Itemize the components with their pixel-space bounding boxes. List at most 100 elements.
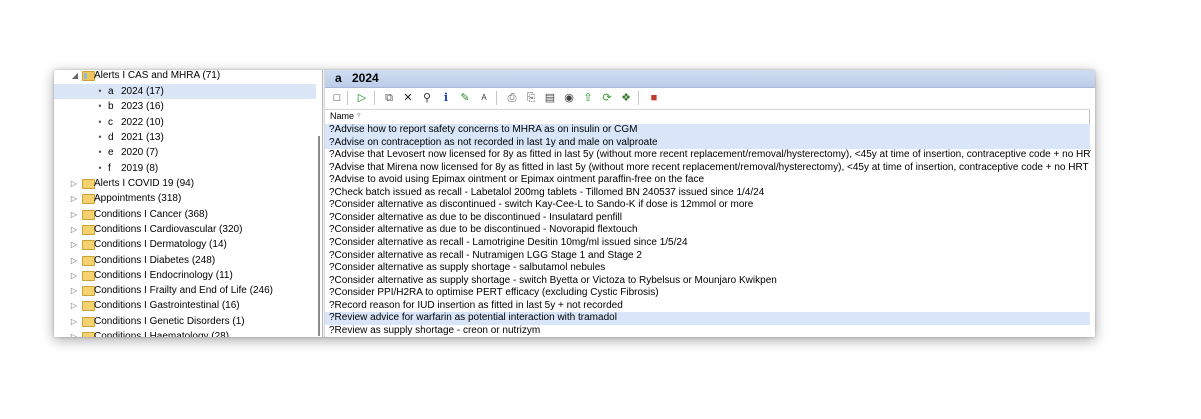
move-icon[interactable]: ❖ — [618, 90, 634, 106]
expand-arrow-icon[interactable]: ▷ — [69, 207, 79, 222]
toolbar-separator — [496, 91, 497, 105]
expand-arrow-icon[interactable]: ▷ — [69, 237, 79, 252]
column-header-name[interactable]: Name ▿ — [325, 109, 1090, 125]
list-item[interactable]: ?Consider alternative as due to be disco… — [325, 224, 1090, 237]
toolbar-separator — [347, 91, 348, 105]
tree-item-folder[interactable]: ▷ Conditions I Cardiovascular (320) — [54, 222, 316, 237]
tree-item-year[interactable]: • c 2022 (10) — [54, 115, 316, 130]
select-icon[interactable]: □ — [329, 90, 345, 106]
tree-scrollbar-thumb[interactable] — [318, 136, 320, 336]
list-item[interactable]: ?Advise that Levosert now licensed for 8… — [325, 149, 1095, 162]
tree-item-alerts-cas-mhra[interactable]: ◢ Alerts I CAS and MHRA (71) — [54, 70, 316, 83]
export-icon[interactable]: ▤ — [542, 90, 558, 106]
bullet-icon: • — [98, 147, 102, 158]
expand-arrow-icon[interactable]: ▷ — [69, 222, 79, 237]
expand-arrow-icon[interactable]: ◢ — [70, 70, 80, 83]
tree-item-folder[interactable]: ▷ Conditions I Dermatology (14) — [54, 237, 316, 252]
application-window: ◢ Alerts I CAS and MHRA (71) • a 2024 (17)… — [54, 70, 1095, 337]
list-item[interactable]: ?Consider PPI/H2RA to optimise PERT effi… — [325, 287, 1090, 300]
expand-arrow-icon[interactable]: ▷ — [69, 329, 79, 337]
expand-arrow-icon[interactable]: ▷ — [69, 191, 79, 206]
expand-arrow-icon[interactable]: ▷ — [69, 314, 79, 329]
expand-arrow-icon[interactable]: ▷ — [69, 268, 79, 283]
tree-item-folder[interactable]: ▷ Conditions I Diabetes (248) — [54, 253, 316, 268]
tree-item-label: Appointments (318) — [94, 193, 182, 205]
content-pane: a 2024 □ ▷ ⧉ ✕ ⚲ i ✎ A ⎙ ⎘ ▤ ◉ ⇧ ⟳ ❖ ■ Name ▿ ?Advise h… — [325, 70, 1095, 337]
tree-item-label: Alerts I CAS and MHRA (71) — [94, 70, 221, 81]
bullet-icon: • — [98, 131, 102, 142]
list-item[interactable]: ?Consider alternative as supply shortage… — [325, 262, 1090, 275]
delete-icon[interactable]: ✕ — [400, 90, 416, 106]
list-item[interactable]: ?Check batch issued as recall - Labetalo… — [325, 187, 1090, 200]
list-item[interactable]: ?Review as supply shortage - creon or nu… — [325, 325, 1090, 337]
tree-item-folder[interactable]: ▷ Conditions I Cancer (368) — [54, 207, 316, 222]
tree-item-folder[interactable]: ▷ Alerts I COVID 19 (94) — [54, 176, 316, 191]
tree-item-year[interactable]: • f 2019 (8) — [54, 161, 316, 176]
tree-item-folder[interactable]: ▷ Conditions I Frailty and End of Life (2… — [54, 283, 316, 298]
tree-item-folder[interactable]: ▷ Appointments (318) — [54, 191, 316, 206]
list-scrollbar[interactable] — [1091, 109, 1095, 337]
pane-title-bar: a 2024 — [325, 70, 1095, 88]
list-item[interactable]: ?Consider alternative as discontinued - … — [325, 199, 1090, 212]
tree-item-folder[interactable]: ▷ Conditions I Endocrinology (11) — [54, 268, 316, 283]
tree-item-folder[interactable]: ▷ Conditions I Gastrointestinal (16) — [54, 298, 316, 313]
tree-item-label: Conditions I Gastrointestinal (16) — [94, 300, 240, 312]
expand-arrow-icon[interactable]: ▷ — [69, 298, 79, 313]
tree-item-label: Conditions I Dermatology (14) — [94, 239, 227, 251]
list-item[interactable]: ?Advise on contraception as not recorded… — [325, 136, 1090, 150]
copy-icon[interactable]: ⧉ — [381, 90, 397, 106]
list-item[interactable]: ?Review advice for warfarin as potential… — [325, 312, 1090, 325]
tree-item-label: Conditions I Endocrinology (11) — [94, 269, 233, 281]
tree-item-label: Conditions I Frailty and End of Life (24… — [94, 285, 273, 297]
list-item[interactable]: ?Consider alternative as due to be disco… — [325, 212, 1090, 225]
camera-icon[interactable]: ◉ — [561, 90, 577, 106]
list-item[interactable]: ?Record reason for IUD insertion as fitt… — [325, 300, 1090, 313]
alert-list: ?Advise how to report safety concerns to… — [325, 124, 1095, 337]
bullet-icon: • — [98, 101, 102, 112]
tree-item-letter: e — [108, 147, 114, 159]
tree-item-label: Conditions I Haematology (28) — [94, 331, 230, 337]
search-icon[interactable]: ⚲ — [419, 90, 435, 106]
tree-item-label: Conditions I Genetic Disorders (1) — [94, 315, 245, 327]
expand-arrow-icon[interactable]: ▷ — [69, 253, 79, 268]
tree-item-label: 2021 (13) — [121, 131, 164, 143]
column-header-label: Name — [330, 111, 355, 121]
tree-item-label: Conditions I Cardiovascular (320) — [94, 223, 243, 235]
toolbar-separator — [638, 91, 639, 105]
tree-item-label: Conditions I Cancer (368) — [94, 208, 208, 220]
print-preview-icon[interactable]: ⎘ — [523, 90, 539, 106]
bullet-icon: • — [98, 86, 102, 96]
tree-item-year[interactable]: • d 2021 (13) — [54, 130, 316, 145]
font-icon[interactable]: A — [476, 90, 492, 106]
refresh-icon[interactable]: ⟳ — [599, 90, 615, 106]
print-icon[interactable]: ⎙ — [504, 90, 520, 106]
tree-item-letter: f — [108, 162, 111, 174]
tree-item-letter: c — [108, 116, 113, 128]
tree-item-label: 2023 (16) — [121, 101, 164, 113]
info-icon[interactable]: i — [438, 90, 454, 106]
edit-icon[interactable]: ✎ — [457, 90, 473, 106]
expand-arrow-icon[interactable]: ▷ — [69, 283, 79, 298]
list-item[interactable]: ?Advise to avoid using Epimax ointment o… — [325, 174, 1090, 187]
tree-item-letter: a — [108, 86, 114, 97]
folder-tree: ◢ Alerts I CAS and MHRA (71) • a 2024 (17)… — [54, 70, 322, 337]
expand-arrow-icon[interactable]: ▷ — [69, 176, 79, 191]
tree-item-year[interactable]: • e 2020 (7) — [54, 145, 316, 160]
list-item[interactable]: ?Consider alternative as recall - Nutram… — [325, 250, 1090, 263]
tree-item-label: 2019 (8) — [121, 162, 159, 174]
book-icon[interactable]: ■ — [646, 90, 662, 106]
tree-item-folder[interactable]: ▷ Conditions I Haematology (28) — [54, 329, 316, 337]
upload-icon[interactable]: ⇧ — [580, 90, 596, 106]
tree-item-label: 2020 (7) — [121, 147, 159, 159]
toolbar-separator — [374, 91, 375, 105]
run-icon[interactable]: ▷ — [354, 90, 370, 106]
bullet-icon: • — [98, 116, 102, 127]
tree-item-letter: b — [108, 101, 114, 113]
tree-item-folder[interactable]: ▷ Conditions I Genetic Disorders (1) — [54, 314, 316, 329]
list-item[interactable]: ?Consider alternative as supply shortage… — [325, 275, 1090, 288]
tree-item-year[interactable]: • b 2023 (16) — [54, 99, 316, 114]
list-item[interactable]: ?Advise how to report safety concerns to… — [325, 124, 1090, 137]
tree-item-year[interactable]: • a 2024 (17) — [54, 84, 316, 99]
list-item[interactable]: ?Advise that Mirena now licensed for 8y … — [325, 162, 1090, 175]
list-item[interactable]: ?Consider alternative as recall - Lamotr… — [325, 237, 1090, 250]
